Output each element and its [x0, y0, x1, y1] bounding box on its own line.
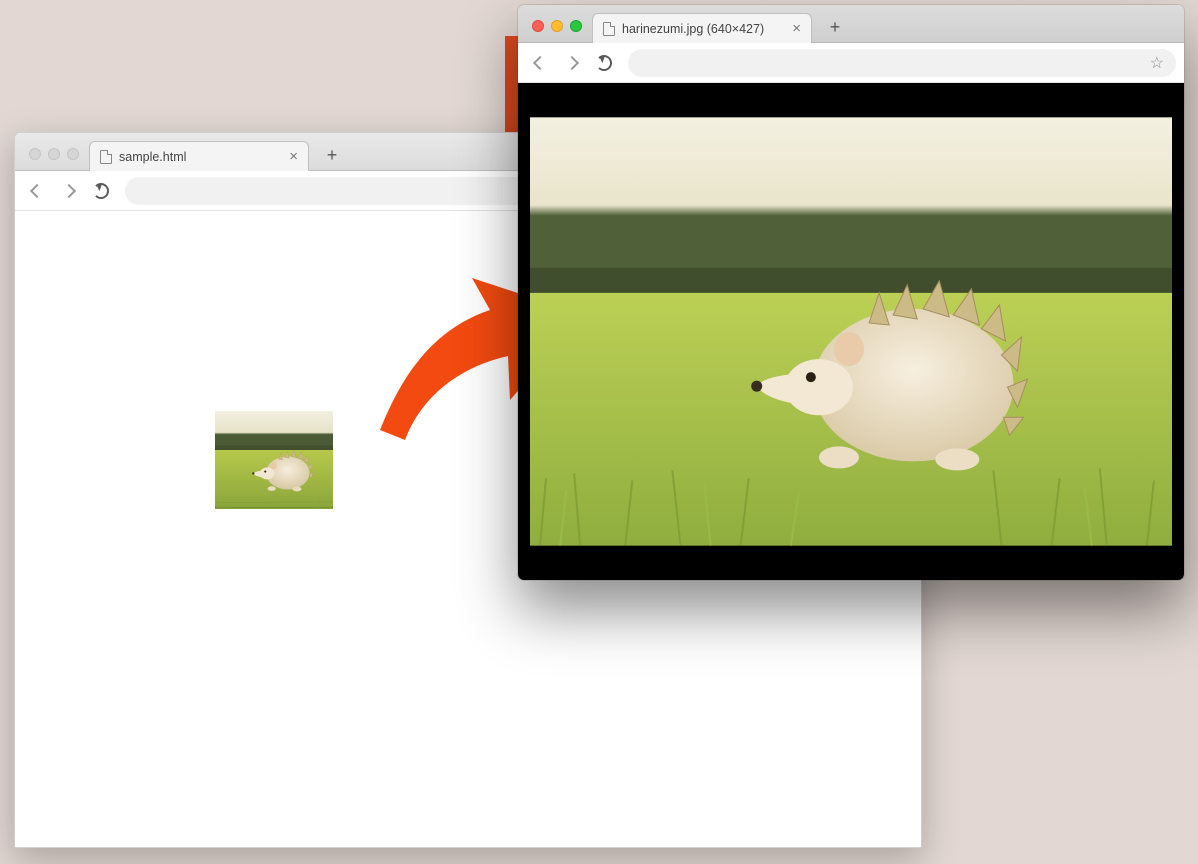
reload-icon: [93, 183, 109, 199]
close-tab-icon[interactable]: ×: [792, 21, 801, 36]
reload-button[interactable]: [590, 49, 618, 77]
file-icon: [100, 150, 112, 164]
hedgehog-thumbnail: [215, 411, 333, 509]
window-traffic-lights: [23, 148, 89, 170]
new-tab-button[interactable]: +: [319, 142, 345, 168]
zoom-window-icon[interactable]: [570, 20, 582, 32]
browser-tab[interactable]: harinezumi.jpg (640×427) ×: [592, 13, 812, 43]
back-button[interactable]: [526, 49, 554, 77]
zoom-window-icon[interactable]: [67, 148, 79, 160]
arrow-left-icon: [533, 55, 547, 69]
plus-icon: +: [830, 17, 841, 38]
address-bar[interactable]: ☆: [628, 49, 1176, 77]
thumbnail-image-link[interactable]: [215, 411, 333, 509]
bookmark-star-icon[interactable]: ☆: [1150, 53, 1164, 73]
tab-title: harinezumi.jpg (640×427): [622, 22, 785, 36]
hedgehog-image: [530, 95, 1172, 568]
arrow-left-icon: [30, 183, 44, 197]
reload-icon: [596, 55, 612, 71]
image-viewer-content: [518, 83, 1184, 580]
new-tab-button[interactable]: +: [822, 14, 848, 40]
forward-button[interactable]: [55, 177, 83, 205]
back-button[interactable]: [23, 177, 51, 205]
browser-toolbar: ☆: [518, 43, 1184, 83]
browser-tab[interactable]: sample.html ×: [89, 141, 309, 171]
minimize-window-icon[interactable]: [48, 148, 60, 160]
tab-title: sample.html: [119, 150, 282, 164]
forward-button[interactable]: [558, 49, 586, 77]
plus-icon: +: [327, 145, 338, 166]
arrow-right-icon: [565, 55, 579, 69]
browser-window-foreground: harinezumi.jpg (640×427) × + ☆: [518, 5, 1184, 580]
minimize-window-icon[interactable]: [551, 20, 563, 32]
close-tab-icon[interactable]: ×: [289, 149, 298, 164]
reload-button[interactable]: [87, 177, 115, 205]
close-window-icon[interactable]: [532, 20, 544, 32]
close-window-icon[interactable]: [29, 148, 41, 160]
arrow-right-icon: [62, 183, 76, 197]
file-icon: [603, 22, 615, 36]
window-traffic-lights: [526, 20, 592, 42]
tab-bar: harinezumi.jpg (640×427) × +: [518, 5, 1184, 43]
